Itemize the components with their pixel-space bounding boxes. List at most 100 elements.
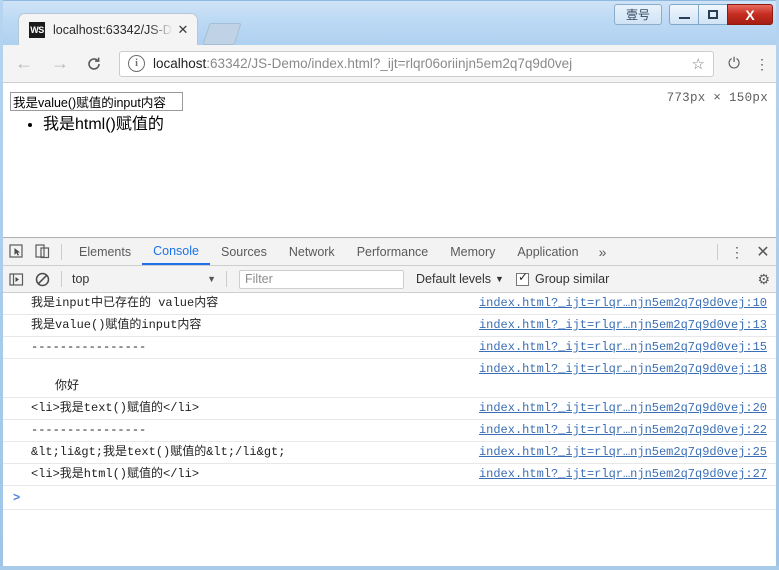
- message-source-link[interactable]: index.html?_ijt=rlqr…njn5em2q7q9d0vej:22: [479, 422, 776, 439]
- browser-menu-icon[interactable]: ⋮: [748, 50, 776, 78]
- console-message[interactable]: &lt;li&gt;我是text()赋值的&lt;/li&gt; index.h…: [3, 442, 776, 464]
- more-tabs-icon[interactable]: »: [590, 238, 616, 265]
- tab-console[interactable]: Console: [142, 238, 210, 265]
- devtools-menu-icon[interactable]: ⋮: [724, 239, 750, 265]
- message-text: &lt;li&gt;我是text()赋值的&lt;/li&gt;: [31, 445, 286, 459]
- devtools-tab-bar: Elements Console Sources Network Perform…: [3, 238, 776, 266]
- console-message[interactable]: <li>我是text()赋值的</li> index.html?_ijt=rlq…: [3, 398, 776, 420]
- console-message[interactable]: 你好 index.html?_ijt=rlqr…njn5em2q7q9d0vej…: [3, 359, 776, 398]
- message-gutter: [3, 317, 10, 334]
- tab-title: localhost:63342/JS-Demo/index.html: [53, 23, 173, 37]
- back-button[interactable]: ←: [9, 49, 39, 79]
- prompt-arrow-icon: >: [13, 490, 21, 505]
- address-bar[interactable]: i localhost:63342/JS-Demo/index.html?_ij…: [119, 50, 714, 77]
- message-gutter: [3, 400, 10, 417]
- message-source-link[interactable]: index.html?_ijt=rlqr…njn5em2q7q9d0vej:20: [479, 400, 776, 417]
- console-message[interactable]: 我是input中已存在的 value内容 index.html?_ijt=rlq…: [3, 293, 776, 315]
- message-source-link[interactable]: index.html?_ijt=rlqr…njn5em2q7q9d0vej:25: [479, 444, 776, 461]
- device-toggle-icon: [34, 244, 49, 259]
- maximize-button[interactable]: [698, 4, 727, 25]
- browser-window: WS localhost:63342/JS-Demo/index.html ✕ …: [0, 0, 779, 570]
- webstorm-favicon-icon: WS: [29, 22, 45, 38]
- group-similar-toggle[interactable]: Group similar: [515, 271, 610, 286]
- message-source-link[interactable]: index.html?_ijt=rlqr…njn5em2q7q9d0vej:15: [479, 339, 776, 356]
- url-path: :63342/JS-Demo/index.html?_ijt=rlqr06ori…: [206, 56, 573, 71]
- inspect-element-button[interactable]: [3, 239, 29, 265]
- list-item: 我是html()赋值的: [43, 115, 164, 135]
- message-gutter: [3, 444, 10, 461]
- devtools-close-icon[interactable]: ✕: [750, 239, 776, 265]
- page-viewport: 我是html()赋值的 773px × 150px: [3, 83, 776, 237]
- browser-tab[interactable]: WS localhost:63342/JS-Demo/index.html ✕: [18, 13, 198, 46]
- close-button[interactable]: X: [727, 4, 773, 25]
- address-bar-url: localhost:63342/JS-Demo/index.html?_ijt=…: [153, 56, 686, 71]
- execution-context-select[interactable]: top ▼: [68, 270, 220, 289]
- message-text: <li>我是text()赋值的</li>: [31, 401, 200, 415]
- log-levels-dropdown[interactable]: Default levels ▼: [416, 272, 504, 286]
- tab-performance[interactable]: Performance: [346, 238, 440, 265]
- console-message[interactable]: <li>我是html()赋值的</li> index.html?_ijt=rlq…: [3, 464, 776, 486]
- tab-application[interactable]: Application: [506, 238, 589, 265]
- console-message[interactable]: ---------------- index.html?_ijt=rlqr…nj…: [3, 337, 776, 359]
- tab-elements[interactable]: Elements: [68, 238, 142, 265]
- inspect-cursor-icon: [8, 244, 23, 258]
- message-text: <li>我是html()赋值的</li>: [31, 467, 200, 481]
- browser-toolbar: ← → i localhost:63342/JS-Demo/index.html…: [3, 45, 776, 83]
- tab-sources[interactable]: Sources: [210, 238, 278, 265]
- page-list: 我是html()赋值的: [3, 115, 164, 135]
- tab-close-icon[interactable]: ✕: [175, 22, 191, 38]
- sidebar-toggle-icon: [8, 272, 23, 286]
- message-gutter: [3, 295, 10, 312]
- site-info-icon[interactable]: i: [128, 55, 145, 72]
- reload-button[interactable]: [79, 49, 109, 79]
- reload-icon: [88, 57, 100, 70]
- new-tab-button[interactable]: [202, 23, 242, 45]
- message-source-link[interactable]: index.html?_ijt=rlqr…njn5em2q7q9d0vej:27: [479, 466, 776, 483]
- chevron-down-icon: ▼: [495, 274, 504, 284]
- tab-memory[interactable]: Memory: [439, 238, 506, 265]
- message-source-link[interactable]: index.html?_ijt=rlqr…njn5em2q7q9d0vej:10: [479, 295, 776, 312]
- device-toolbar-button[interactable]: [29, 239, 55, 265]
- devtools-settings-icon[interactable]: ⚙: [757, 271, 770, 288]
- message-text: 我是input中已存在的 value内容: [31, 296, 219, 310]
- message-gutter: [3, 466, 10, 483]
- console-prompt[interactable]: >: [3, 486, 776, 510]
- bookmark-star-icon[interactable]: ☆: [686, 55, 705, 73]
- url-host: localhost: [153, 56, 207, 71]
- forward-button[interactable]: →: [45, 49, 75, 79]
- group-similar-label: Group similar: [534, 272, 610, 286]
- log-levels-label: Default levels: [416, 272, 492, 286]
- viewport-size-indicator: 773px × 150px: [666, 91, 768, 105]
- message-source-link[interactable]: index.html?_ijt=rlqr…njn5em2q7q9d0vej:13: [479, 317, 776, 334]
- power-extension-icon[interactable]: ⏻: [720, 50, 748, 78]
- console-sidebar-button[interactable]: [3, 266, 29, 292]
- message-text: ----------------: [31, 340, 147, 354]
- clear-console-button[interactable]: [29, 266, 55, 292]
- value-input[interactable]: [10, 92, 183, 111]
- message-gutter: [3, 422, 10, 439]
- execution-context-value: top: [72, 272, 90, 286]
- chevron-down-icon: ▼: [207, 274, 216, 284]
- minimize-button[interactable]: [669, 4, 698, 25]
- message-gutter: [3, 339, 10, 356]
- message-text: 你好: [55, 379, 80, 393]
- group-similar-checkbox[interactable]: [515, 271, 529, 286]
- maximize-icon: [708, 10, 718, 19]
- console-message[interactable]: ---------------- index.html?_ijt=rlqr…nj…: [3, 420, 776, 442]
- devtools-tab-bar-right: ⋮ ✕: [711, 239, 776, 265]
- message-gutter: [3, 361, 10, 395]
- toolbar-divider: [61, 243, 62, 260]
- clear-console-icon: [35, 272, 49, 286]
- tab-network[interactable]: Network: [278, 238, 346, 265]
- console-message-list[interactable]: 我是input中已存在的 value内容 index.html?_ijt=rlq…: [3, 293, 776, 566]
- console-toolbar-divider: [61, 271, 62, 287]
- console-message[interactable]: 我是value()赋值的input内容 index.html?_ijt=rlqr…: [3, 315, 776, 337]
- console-toolbar: top ▼ Filter Default levels ▼ Group simi…: [3, 266, 776, 293]
- profile-button[interactable]: 壹号: [614, 4, 662, 25]
- console-filter-input[interactable]: Filter: [239, 269, 404, 289]
- devtools-panel: Elements Console Sources Network Perform…: [3, 237, 776, 566]
- context-filter-divider: [226, 271, 227, 287]
- message-text: ----------------: [31, 423, 147, 437]
- message-source-link[interactable]: index.html?_ijt=rlqr…njn5em2q7q9d0vej:18: [479, 361, 776, 378]
- message-text: 我是value()赋值的input内容: [31, 318, 202, 332]
